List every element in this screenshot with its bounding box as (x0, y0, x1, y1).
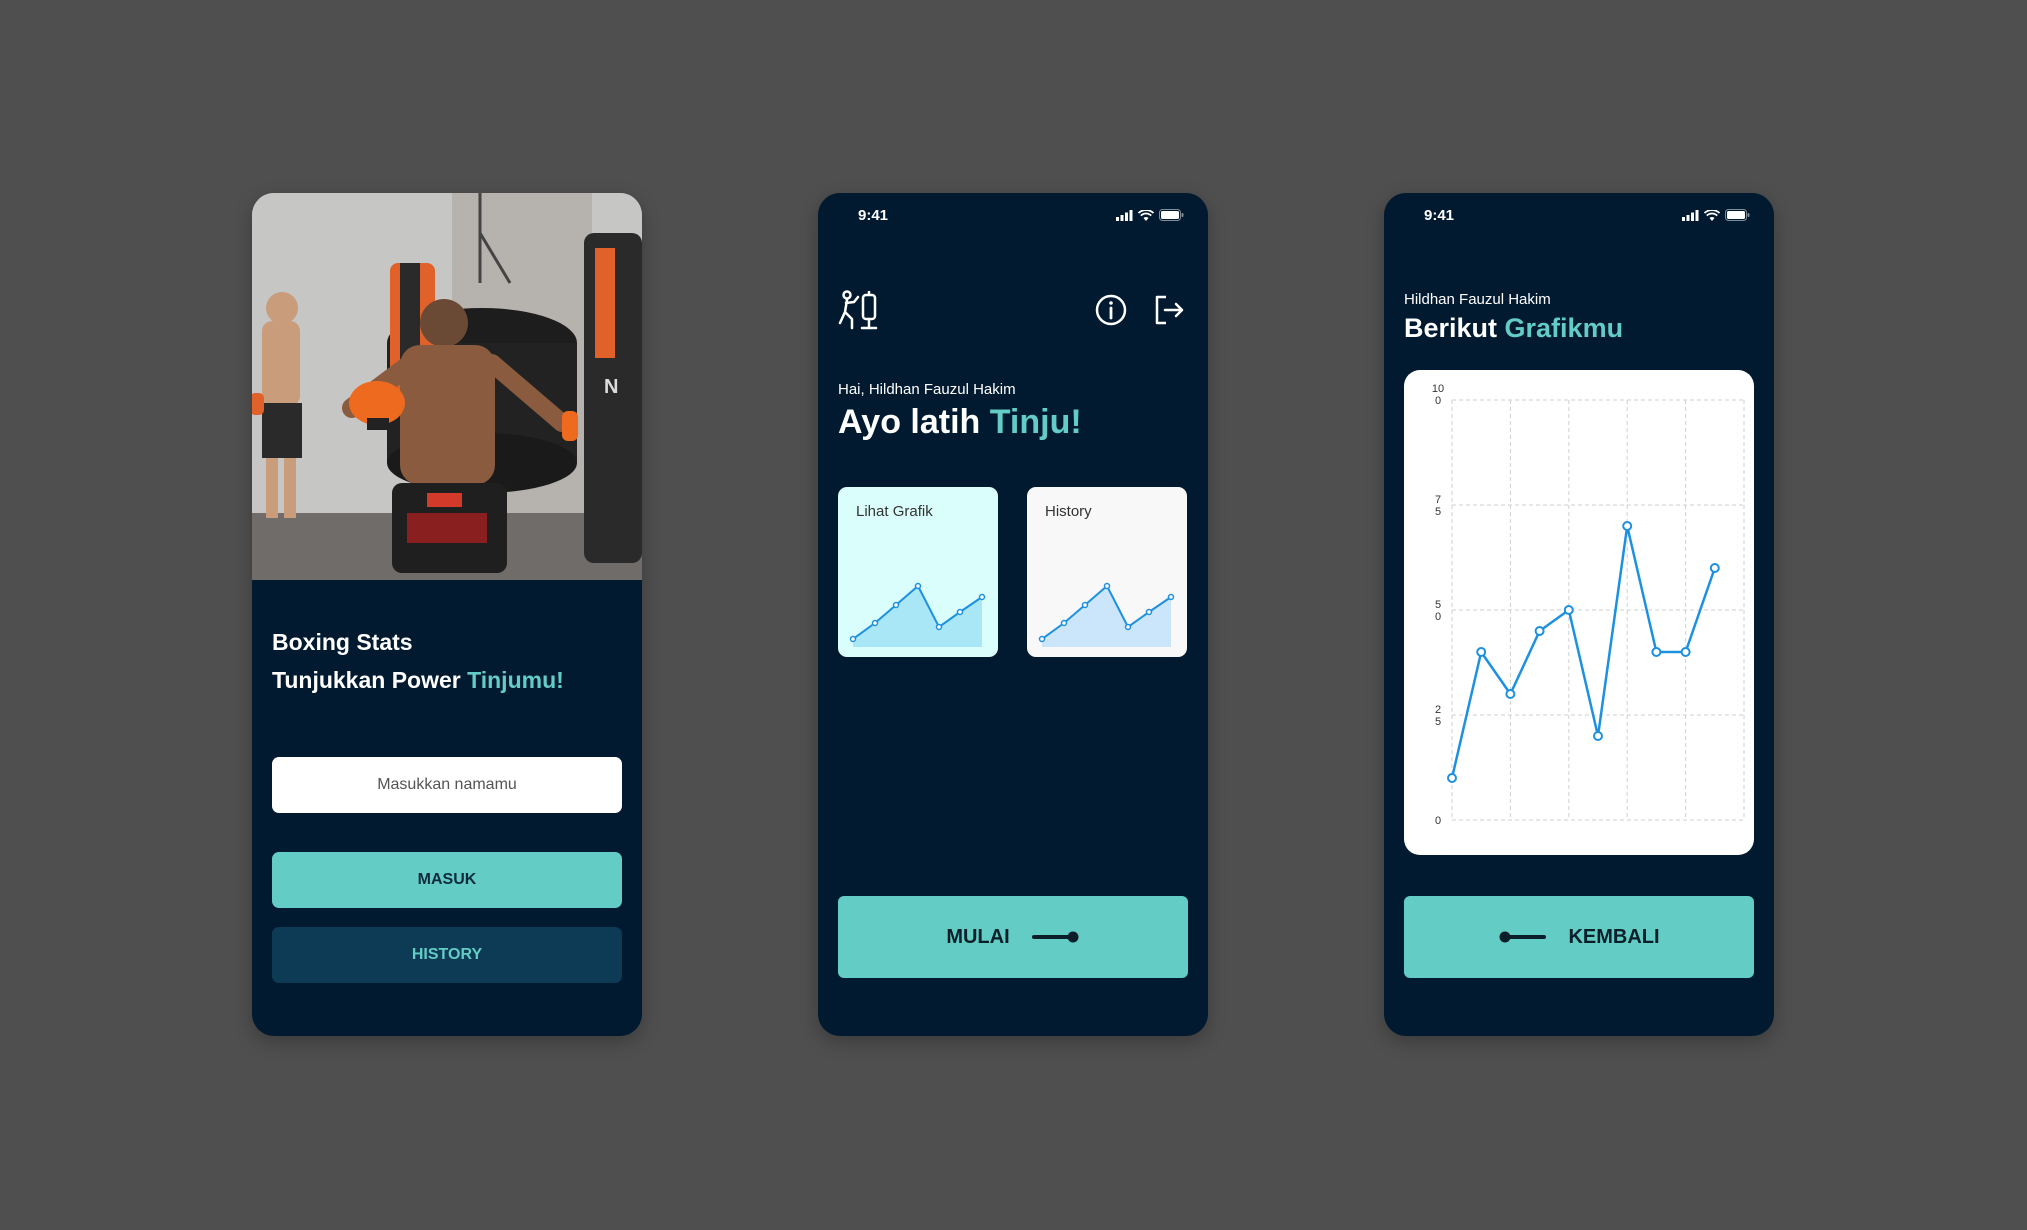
status-icons (1116, 209, 1184, 221)
tagline: Tunjukkan Power Tinjumu! (272, 661, 564, 699)
lihat-grafik-label: Lihat Grafik (856, 503, 933, 520)
mulai-button-label: MULAI (946, 925, 1010, 948)
wifi-icon (1138, 209, 1154, 221)
data-point (1476, 647, 1487, 657)
data-point (1593, 731, 1603, 741)
user-name: Hildhan Fauzul Hakim (1404, 291, 1551, 308)
slider-arrow-left-icon (1499, 931, 1547, 943)
login-title: Boxing Stats Tunjukkan Power Tinjumu! (272, 623, 564, 699)
masuk-button[interactable]: MASUK (272, 852, 622, 908)
battery-icon (1725, 209, 1750, 221)
greeting: Hai, Hildhan Fauzul Hakim (838, 381, 1016, 398)
data-point (1709, 563, 1720, 573)
history-card-label: History (1045, 503, 1092, 520)
data-point (1622, 521, 1633, 531)
logout-icon[interactable] (1152, 293, 1186, 327)
masuk-button-label: MASUK (417, 871, 477, 888)
tagline-prefix: Tunjukkan Power (272, 667, 468, 693)
headline-prefix: Ayo latih (838, 403, 990, 441)
graph-title: Berikut Grafikmu (1404, 313, 1623, 344)
kembali-button-label: KEMBALI (1568, 925, 1660, 948)
info-icon[interactable] (1094, 293, 1128, 327)
name-input-placeholder: Masukkan namamu (377, 776, 517, 793)
data-point (1447, 773, 1457, 783)
history-card[interactable]: History (1027, 487, 1187, 657)
name-input[interactable]: Masukkan namamu (272, 757, 622, 813)
mini-chart-icon (1038, 582, 1175, 647)
lihat-grafik-card[interactable]: Lihat Grafik (838, 487, 998, 657)
app-name: Boxing Stats (272, 629, 413, 655)
login-screen: N Boxing Stats Tunjukkan Power Tinjumu! … (252, 193, 642, 1036)
signal-icon (1682, 209, 1699, 221)
graph-screen: 9:41 Hildhan Fauzul Hakim Berikut Grafik… (1384, 193, 1774, 1036)
data-point (1563, 605, 1574, 615)
history-button[interactable]: HISTORY (272, 927, 622, 983)
y-tick-label: 25 (1435, 704, 1441, 728)
graph-title-accent: Grafikmu (1504, 313, 1624, 343)
mini-chart-icon (849, 582, 986, 647)
signal-icon (1116, 209, 1133, 221)
wifi-icon (1704, 209, 1720, 221)
y-tick-label: 10 0 (1432, 383, 1444, 407)
battery-icon (1159, 209, 1184, 221)
data-point (1505, 689, 1516, 699)
slider-arrow-right-icon (1031, 931, 1079, 943)
y-tick-label: 50 (1435, 599, 1441, 623)
status-time: 9:41 (858, 207, 889, 224)
history-button-label: HISTORY (411, 946, 483, 963)
headline: Ayo latih Tinju! (838, 403, 1082, 442)
y-tick-label: 0 (1435, 815, 1441, 827)
status-icons (1682, 209, 1750, 221)
data-point (1534, 626, 1545, 636)
graph-title-prefix: Berikut (1404, 313, 1505, 343)
kembali-button[interactable]: KEMBALI (1404, 896, 1754, 978)
tagline-accent: Tinjumu! (467, 667, 564, 693)
data-point (1651, 647, 1662, 657)
chart-card: 0 2 5 5 0 7 5 10 0 (1404, 370, 1754, 855)
svg-text:N: N (604, 376, 618, 398)
headline-accent: Tinju! (989, 403, 1082, 441)
y-tick-label: 75 (1435, 494, 1441, 518)
status-time: 9:41 (1424, 207, 1455, 224)
boxer-hero-image: N (252, 193, 642, 580)
mulai-button[interactable]: MULAI (838, 896, 1188, 978)
series-line (1450, 524, 1716, 779)
data-point (1680, 647, 1691, 657)
home-screen: 9:41 Hai, Hildhan Fauzul Hakim Ayo latih… (818, 193, 1208, 1036)
line-chart: 0 2 5 5 0 7 5 10 0 (1432, 383, 1745, 827)
boxer-punching-bag-icon (838, 290, 878, 330)
